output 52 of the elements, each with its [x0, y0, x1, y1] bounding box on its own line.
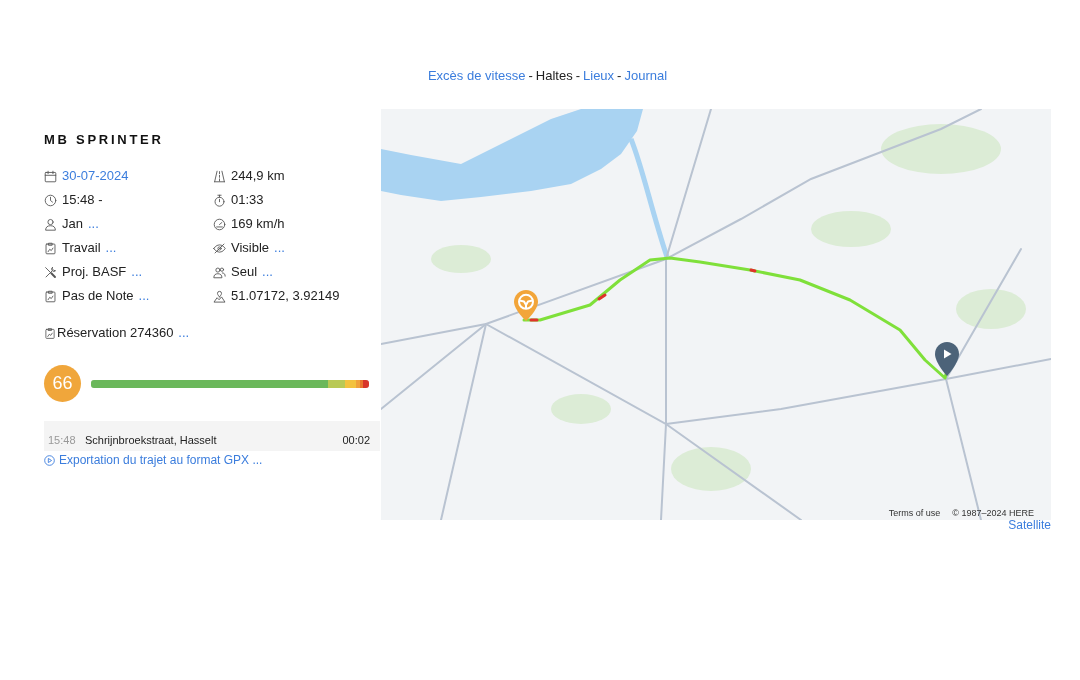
satellite-link[interactable]: Satellite: [1008, 518, 1051, 532]
eye-slash-icon: [213, 241, 226, 255]
gpx-export-link[interactable]: Exportation du trajet au format GPX ...: [44, 452, 263, 468]
play-pin-icon: [935, 342, 959, 376]
nav-link[interactable]: Journal: [624, 66, 668, 86]
play-circle-icon: [44, 454, 55, 466]
clock-icon: [44, 193, 57, 207]
calendar-icon: [44, 169, 57, 183]
detail-text: 15:48 -: [62, 192, 103, 208]
detail-text: 01:33: [231, 192, 264, 208]
road-icon: [213, 169, 226, 183]
score-indicator: 66: [44, 365, 81, 402]
nav-link[interactable]: Lieux: [583, 66, 615, 86]
detail-text: Proj. BASF: [62, 264, 127, 280]
steering-wheel-pin-icon: [514, 290, 538, 321]
detail-text: Travail: [62, 240, 101, 256]
more-link[interactable]: ...: [87, 216, 99, 232]
detail-text: Seul: [231, 264, 258, 280]
landscape-pin-icon: [213, 289, 226, 303]
people-icon: [213, 265, 226, 279]
date-link[interactable]: 30-07-2024: [62, 168, 129, 184]
stop-time: 15:48: [48, 433, 77, 447]
more-link[interactable]: ...: [178, 325, 190, 341]
detail-text: 51.07172, 3.92149: [231, 288, 340, 304]
clipboard-icon: [44, 289, 57, 303]
stopwatch-icon: [213, 193, 226, 207]
vehicle-title: MB SPRINTER: [44, 132, 164, 148]
clipboard-icon: [44, 326, 56, 340]
person-icon: [44, 217, 57, 231]
detail-text: Visible: [231, 240, 270, 256]
detail-text: Pas de Note: [62, 288, 134, 304]
more-link[interactable]: ...: [262, 264, 273, 280]
detail-text: 244,9 km: [231, 168, 285, 184]
nav-separator: -: [575, 67, 580, 86]
more-link[interactable]: ...: [105, 240, 117, 256]
nav-link[interactable]: Excès de vitesse: [427, 66, 526, 86]
stop-address: Schrijnbroekstraat, Hasselt: [85, 433, 217, 447]
nav-separator: -: [617, 67, 622, 86]
speedometer-icon: [213, 217, 226, 231]
more-link[interactable]: ...: [274, 240, 285, 256]
stop-duration: 00:02: [342, 433, 370, 447]
nav-separator: -: [528, 67, 533, 86]
clipboard-icon: [44, 241, 57, 255]
copyright-text: © 1987–2024 HERE: [952, 508, 1034, 519]
more-link[interactable]: ...: [138, 288, 150, 304]
more-link[interactable]: ...: [131, 264, 143, 280]
reservation-text: Réservation 274360: [57, 325, 174, 341]
detail-text: 169 km/h: [231, 216, 285, 232]
detail-text: Jan: [62, 216, 83, 232]
nav-link[interactable]: Haltes: [535, 66, 573, 86]
terms-link[interactable]: Terms of use: [888, 508, 941, 519]
tools-icon: [44, 265, 57, 279]
